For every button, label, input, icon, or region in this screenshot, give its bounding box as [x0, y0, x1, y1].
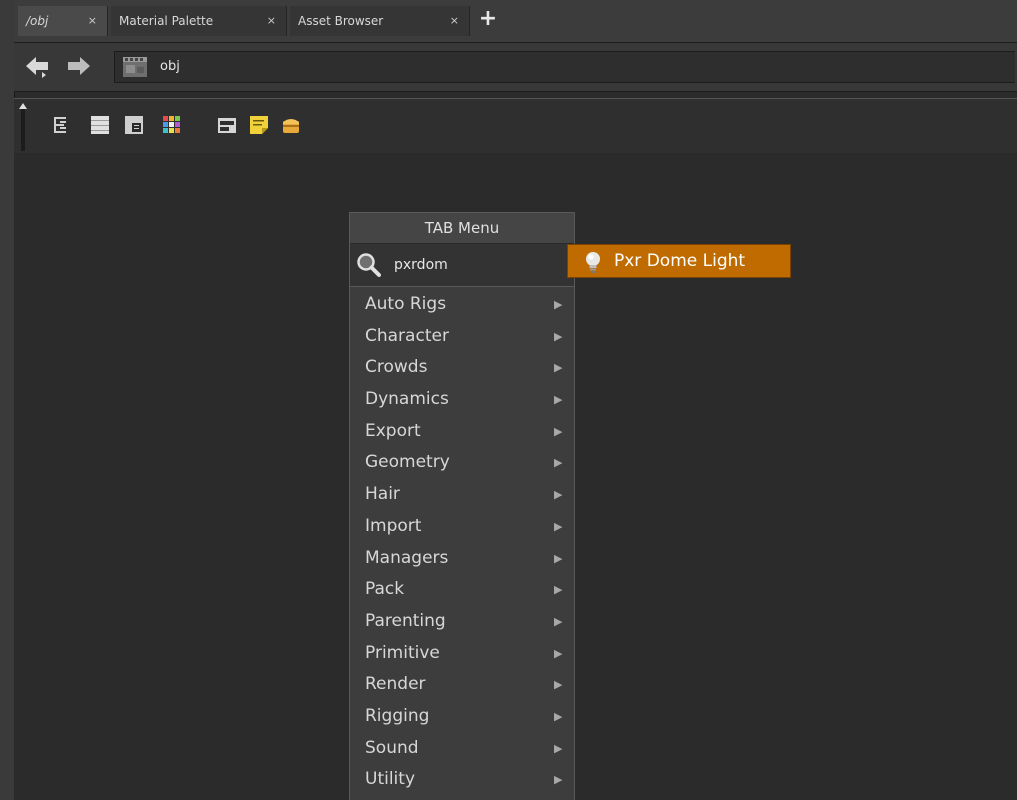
menu-item-label: Sound	[365, 737, 419, 758]
submenu-arrow-icon: ▶	[554, 583, 563, 597]
menu-item-sound[interactable]: Sound ▶	[350, 733, 574, 765]
menu-item-label: Import	[365, 515, 422, 536]
menu-item-label: Auto Rigs	[365, 294, 447, 314]
toolbar-grip-icon[interactable]	[17, 99, 29, 153]
menu-item-crowds[interactable]: Crowds ▶	[350, 352, 574, 384]
path-label: obj	[160, 59, 180, 74]
tab-bar: /obj × Material Palette × Asset Browser …	[14, 0, 1017, 43]
menu-item-managers[interactable]: Managers ▶	[350, 543, 574, 575]
tab-label: Asset Browser	[298, 14, 384, 28]
path-bar: obj	[14, 43, 1017, 92]
submenu-arrow-icon: ▶	[554, 393, 563, 407]
submenu-arrow-icon: ▶	[554, 614, 563, 628]
submenu-arrow-icon: ▶	[554, 424, 563, 438]
color-palette-icon[interactable]	[162, 115, 182, 135]
menu-item-auto-rigs[interactable]: Auto Rigs ▶	[350, 289, 574, 321]
menu-item-label: Hair	[365, 484, 400, 505]
menu-item-label: Render	[365, 674, 426, 695]
submenu-arrow-icon: ▶	[554, 456, 563, 470]
menu-item-label: Crowds	[365, 357, 428, 378]
menu-item-parenting[interactable]: Parenting ▶	[350, 606, 574, 638]
tab-menu-title: TAB Menu	[350, 213, 574, 243]
subnet-box-icon[interactable]	[281, 115, 301, 135]
submenu-arrow-icon: ▶	[554, 519, 563, 533]
network-box-icon[interactable]	[217, 115, 237, 135]
menu-item-label: Managers	[365, 547, 449, 568]
menu-item-label: Dynamics	[365, 389, 449, 410]
search-result-item[interactable]: Pxr Dome Light	[567, 244, 791, 278]
sticky-note-icon[interactable]	[249, 115, 269, 135]
search-input[interactable]	[394, 252, 564, 278]
close-icon[interactable]: ×	[267, 6, 276, 36]
menu-item-label: Primitive	[365, 642, 440, 663]
menu-item-pack[interactable]: Pack ▶	[350, 574, 574, 606]
tab-asset-browser[interactable]: Asset Browser ×	[290, 6, 470, 36]
menu-item-hair[interactable]: Hair ▶	[350, 479, 574, 511]
tree-view-icon[interactable]	[51, 115, 71, 135]
pane-left-edge	[0, 0, 15, 800]
tab-label: /obj	[26, 14, 49, 28]
back-button[interactable]	[24, 53, 52, 79]
menu-item-dynamics[interactable]: Dynamics ▶	[350, 384, 574, 416]
menu-item-label: Rigging	[365, 705, 430, 726]
submenu-arrow-icon: ▶	[554, 329, 563, 343]
menu-item-label: Parenting	[365, 610, 446, 631]
forward-arrow-icon	[68, 57, 90, 75]
submenu-arrow-icon: ▶	[554, 678, 563, 692]
menu-item-rigging[interactable]: Rigging ▶	[350, 701, 574, 733]
menu-item-render[interactable]: Render ▶	[350, 669, 574, 701]
back-arrow-icon	[26, 57, 48, 78]
menu-item-export[interactable]: Export ▶	[350, 416, 574, 448]
menu-item-import[interactable]: Import ▶	[350, 511, 574, 543]
submenu-arrow-icon: ▶	[554, 646, 563, 660]
forward-button[interactable]	[64, 53, 92, 79]
submenu-arrow-icon: ▶	[554, 773, 563, 787]
add-tab-button[interactable]: +	[476, 6, 500, 34]
obj-network-icon	[123, 57, 147, 77]
tab-menu: TAB Menu Auto Rigs ▶ Character ▶ Crowds …	[349, 212, 575, 800]
tab-menu-list: Auto Rigs ▶ Character ▶ Crowds ▶ Dynamic…	[350, 289, 574, 796]
menu-item-label: Geometry	[365, 452, 450, 473]
submenu-arrow-icon: ▶	[554, 298, 563, 311]
submenu-arrow-icon: ▶	[554, 488, 563, 502]
tab-obj[interactable]: /obj ×	[18, 6, 108, 36]
menu-item-label: Character	[365, 325, 449, 346]
menu-item-utility[interactable]: Utility ▶	[350, 764, 574, 796]
submenu-arrow-icon: ▶	[554, 741, 563, 755]
path-field[interactable]: obj	[114, 51, 1015, 83]
thumbnail-view-icon[interactable]	[124, 115, 144, 135]
submenu-arrow-icon: ▶	[554, 709, 563, 723]
close-icon[interactable]: ×	[88, 6, 97, 36]
tab-label: Material Palette	[119, 14, 214, 28]
menu-item-label: Utility	[365, 769, 416, 790]
menu-item-label: Pack	[365, 579, 405, 600]
menu-item-character[interactable]: Character ▶	[350, 321, 574, 353]
list-view-icon[interactable]	[90, 115, 110, 135]
search-result-label: Pxr Dome Light	[614, 251, 746, 271]
menu-item-label: Export	[365, 420, 421, 441]
network-editor: /obj × Material Palette × Asset Browser …	[0, 0, 1017, 800]
close-icon[interactable]: ×	[450, 6, 459, 36]
menu-item-geometry[interactable]: Geometry ▶	[350, 447, 574, 479]
search-icon	[357, 253, 381, 277]
menu-item-primitive[interactable]: Primitive ▶	[350, 638, 574, 670]
network-toolbar	[14, 98, 1017, 154]
submenu-arrow-icon: ▶	[554, 551, 563, 565]
tab-menu-search	[350, 243, 574, 287]
submenu-arrow-icon: ▶	[554, 361, 563, 375]
light-bulb-icon	[586, 252, 600, 273]
tab-material-palette[interactable]: Material Palette ×	[111, 6, 287, 36]
